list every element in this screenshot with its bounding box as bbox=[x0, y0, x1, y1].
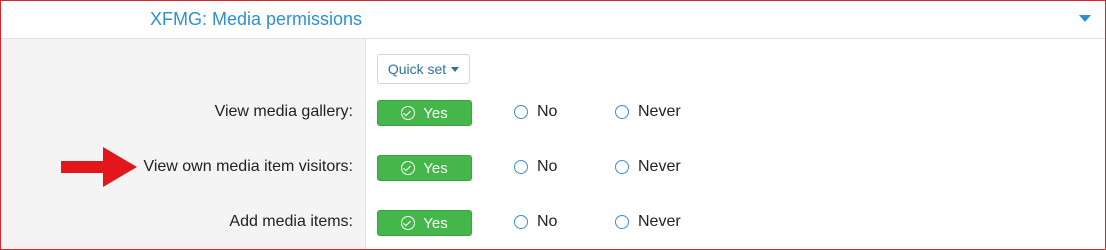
never-option-add-media-items[interactable]: Never bbox=[615, 213, 681, 231]
check-circle-icon bbox=[401, 216, 416, 230]
section-header[interactable]: XFMG: Media permissions bbox=[1, 1, 1105, 39]
never-option-view-own-media-item-visitors[interactable]: Never bbox=[615, 158, 681, 176]
radio-icon bbox=[514, 215, 528, 229]
quick-set-button[interactable]: Quick set bbox=[377, 54, 470, 84]
row-label-view-media-gallery: View media gallery: bbox=[214, 103, 353, 120]
radio-icon bbox=[615, 215, 629, 229]
row-label-add-media-items: Add media items: bbox=[229, 213, 353, 230]
quick-set-label: Quick set bbox=[387, 61, 447, 77]
red-arrow-icon bbox=[61, 147, 137, 187]
never-label: Never bbox=[638, 158, 681, 175]
no-label: No bbox=[537, 213, 558, 230]
check-circle-icon bbox=[401, 106, 416, 120]
never-label: Never bbox=[638, 103, 681, 120]
yes-label: Yes bbox=[423, 214, 448, 232]
section-title[interactable]: XFMG: Media permissions bbox=[150, 9, 362, 30]
yes-label: Yes bbox=[423, 159, 448, 177]
caret-down-icon[interactable] bbox=[1079, 15, 1091, 22]
permissions-panel: XFMG: Media permissions Quick set View m… bbox=[0, 0, 1106, 250]
no-option-add-media-items[interactable]: No bbox=[514, 213, 557, 231]
radio-icon bbox=[514, 160, 528, 174]
yes-option-view-own-media-item-visitors[interactable]: Yes bbox=[377, 155, 472, 181]
no-option-view-own-media-item-visitors[interactable]: No bbox=[514, 158, 557, 176]
radio-icon bbox=[514, 105, 528, 119]
caret-down-icon bbox=[451, 66, 460, 72]
yes-label: Yes bbox=[423, 104, 448, 122]
radio-icon bbox=[615, 160, 629, 174]
never-option-view-media-gallery[interactable]: Never bbox=[615, 103, 681, 121]
radio-icon bbox=[615, 105, 629, 119]
check-circle-icon bbox=[401, 161, 416, 175]
no-label: No bbox=[537, 103, 558, 120]
row-label-view-own-media-item-visitors: View own media item visitors: bbox=[143, 158, 353, 175]
yes-option-add-media-items[interactable]: Yes bbox=[377, 210, 472, 236]
no-option-view-media-gallery[interactable]: No bbox=[514, 103, 557, 121]
no-label: No bbox=[537, 158, 558, 175]
yes-option-view-media-gallery[interactable]: Yes bbox=[377, 100, 472, 126]
never-label: Never bbox=[638, 213, 681, 230]
